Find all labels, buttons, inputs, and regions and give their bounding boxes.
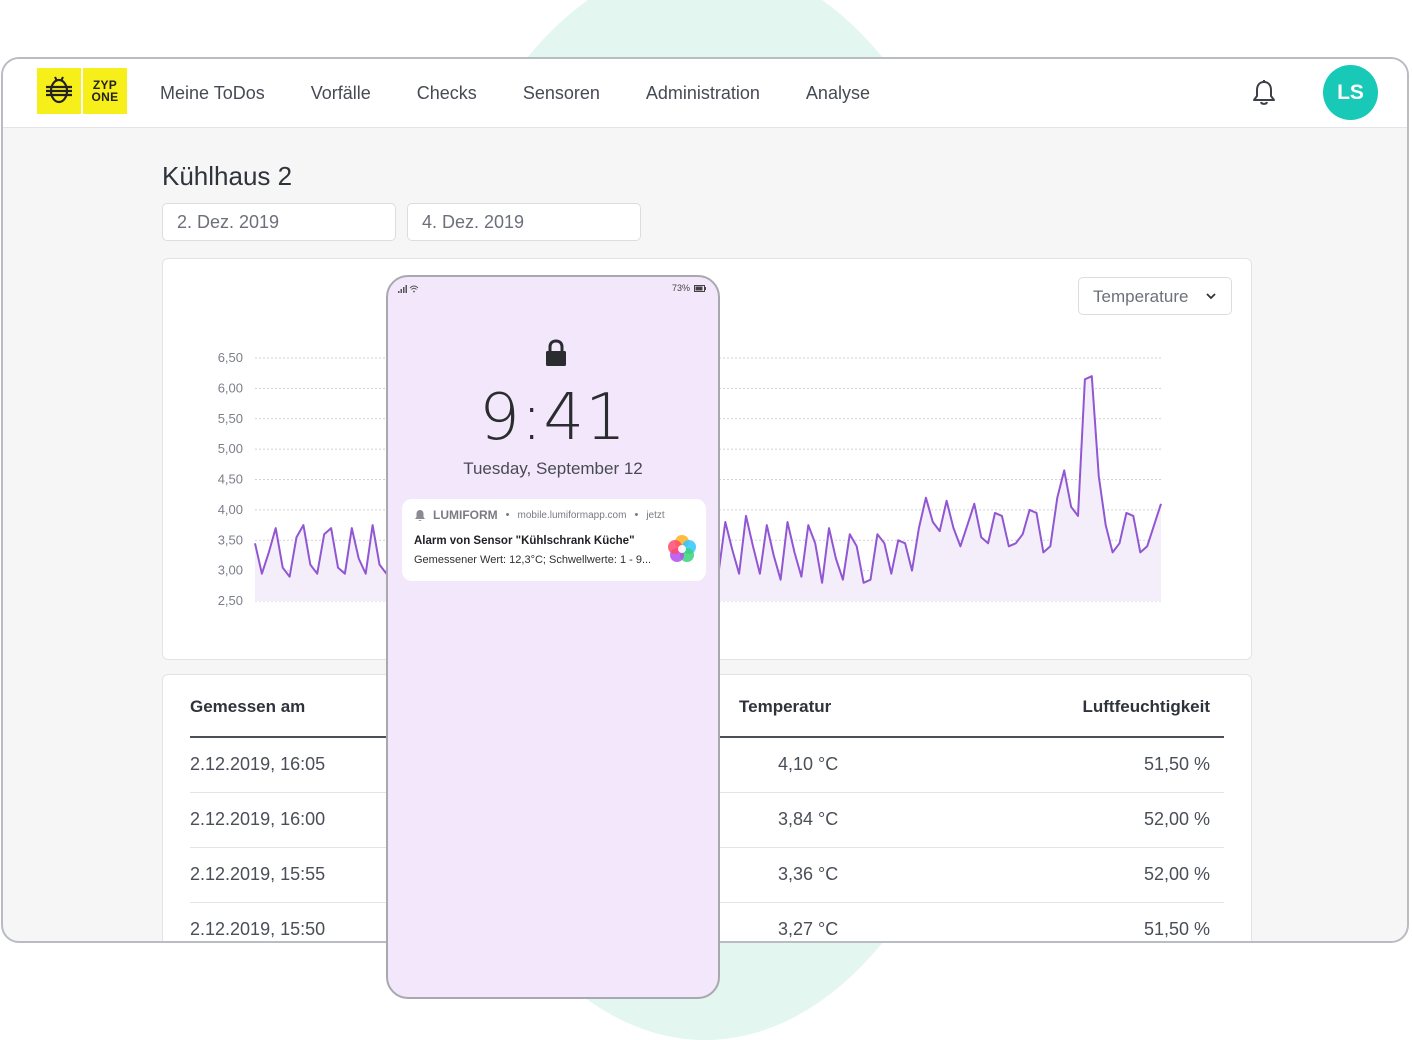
- cell-temperature: 3,36 °C: [778, 864, 839, 884]
- phone-status-bar: 73%: [398, 283, 708, 297]
- cell-humidity: 52,00 %: [1143, 864, 1210, 884]
- cell-date: 2.12.2019, 16:00: [190, 809, 326, 829]
- y-tick-label: 6,00: [218, 380, 243, 395]
- notification-body: Gemessener Wert: 12,3°C; Schwellwerte: 1…: [414, 554, 652, 566]
- nav-item-vorfaelle[interactable]: Vorfälle: [311, 83, 371, 104]
- zyp-one-logo[interactable]: ZYP ONE: [37, 68, 127, 114]
- lockscreen-time: 9:41: [479, 381, 627, 455]
- battery-percent: 73%: [671, 283, 690, 293]
- notification-title: Alarm von Sensor "Kühlschrank Küche": [414, 535, 635, 547]
- y-tick-label: 3,50: [218, 532, 243, 547]
- nav-item-meine-todos[interactable]: Meine ToDos: [160, 83, 265, 104]
- cell-date: 2.12.2019, 15:55: [190, 864, 326, 884]
- top-navigation-bar: ZYP ONE Meine ToDos Vorfälle Checks Sens…: [3, 59, 1407, 128]
- bee-logo-icon: [37, 68, 81, 114]
- nav-item-checks[interactable]: Checks: [417, 83, 477, 104]
- y-tick-label: 5,50: [218, 411, 243, 426]
- cell-humidity: 51,50 %: [1143, 754, 1210, 774]
- cell-temperature: 3,27 °C: [778, 919, 839, 939]
- date-from-input[interactable]: [162, 203, 396, 241]
- cell-temperature: 4,10 °C: [778, 754, 839, 774]
- cell-temperature: 3,84 °C: [778, 809, 839, 829]
- main-nav: Meine ToDos Vorfälle Checks Sensoren Adm…: [160, 59, 916, 127]
- lumiform-logo-icon: [668, 535, 696, 562]
- nav-item-administration[interactable]: Administration: [646, 83, 760, 104]
- date-to-input[interactable]: [407, 203, 641, 241]
- cell-humidity: 51,50 %: [1143, 919, 1210, 939]
- lock-icon: [546, 339, 566, 366]
- cell-humidity: 52,00 %: [1143, 809, 1210, 829]
- y-tick-label: 5,00: [218, 441, 243, 456]
- notification-app-name: LUMIFORM: [433, 508, 498, 522]
- battery-icon: [694, 285, 706, 292]
- notification-domain: mobile.lumiformapp.com: [517, 509, 627, 521]
- y-tick-label: 4,00: [218, 502, 243, 517]
- cell-date: 2.12.2019, 15:50: [190, 919, 326, 939]
- y-tick-label: 6,50: [218, 350, 243, 365]
- y-tick-label: 2,50: [218, 593, 243, 608]
- y-tick-label: 4,50: [218, 472, 243, 487]
- page-title: Kühlhaus 2: [162, 161, 293, 191]
- column-header-humidity[interactable]: Luftfeuchtigkeit: [1083, 697, 1211, 717]
- nav-item-sensoren[interactable]: Sensoren: [523, 83, 600, 104]
- column-header-date[interactable]: Gemessen am: [190, 697, 305, 717]
- cell-date: 2.12.2019, 16:05: [190, 754, 326, 774]
- notification-time: jetzt: [646, 509, 665, 521]
- notification-header: LUMIFORM • mobile.lumiformapp.com • jetz…: [414, 508, 665, 522]
- lockscreen-date: Tuesday, September 12: [463, 459, 643, 478]
- logo-text-one: ONE: [91, 90, 119, 104]
- nav-item-analyse[interactable]: Analyse: [806, 83, 870, 104]
- push-notification[interactable]: LUMIFORM • mobile.lumiformapp.com • jetz…: [402, 499, 706, 581]
- user-avatar[interactable]: LS: [1323, 65, 1378, 120]
- bell-icon: [415, 509, 425, 521]
- column-header-temperature[interactable]: Temperatur: [739, 697, 831, 717]
- bell-icon[interactable]: [1251, 79, 1277, 107]
- y-tick-label: 3,00: [218, 563, 243, 578]
- signal-wifi-icon: [398, 285, 419, 293]
- phone-lockscreen: 73% 9:41 Tuesday, September 12 LUMIFORM …: [386, 275, 720, 999]
- logo-wordmark: ZYP ONE: [83, 68, 127, 114]
